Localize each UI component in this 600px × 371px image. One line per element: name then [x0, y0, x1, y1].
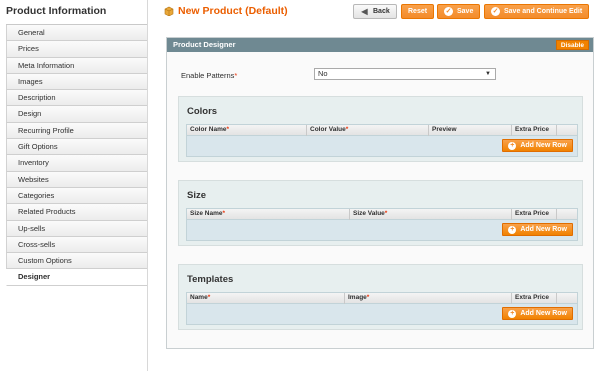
disable-button[interactable]: Disable — [555, 40, 589, 50]
plus-icon: + — [508, 309, 517, 318]
templates-add-new-row-button[interactable]: + Add New Row — [502, 307, 573, 320]
sidebar-item-gift-options[interactable]: Gift Options — [6, 139, 147, 156]
sidebar: Product Information General Prices Meta … — [0, 0, 148, 371]
size-section: Size Size Name* Size Value* Extra Price … — [178, 180, 583, 246]
back-arrow-icon: ◀ — [361, 7, 368, 16]
colors-section: Colors Color Name* Color Value* Preview … — [178, 96, 583, 162]
sidebar-item-images[interactable]: Images — [6, 73, 147, 91]
sidebar-item-general[interactable]: General — [6, 25, 147, 42]
save-and-continue-button[interactable]: ✓ Save and Continue Edit — [484, 4, 590, 19]
plus-icon: + — [508, 141, 517, 150]
templates-section: Templates Name* Image* Extra Price + Add… — [178, 264, 583, 330]
product-icon — [164, 6, 174, 17]
column-header-extra-price: Extra Price — [512, 209, 557, 220]
templates-grid-header: Name* Image* Extra Price — [187, 293, 577, 304]
size-grid-header: Size Name* Size Value* Extra Price — [187, 209, 577, 220]
templates-grid: Name* Image* Extra Price + Add New Row — [186, 292, 578, 325]
sidebar-item-meta-information[interactable]: Meta Information — [6, 57, 147, 74]
colors-section-title: Colors — [187, 106, 218, 117]
sidebar-item-design[interactable]: Design — [6, 106, 147, 123]
save-check-icon: ✓ — [444, 7, 453, 16]
column-header-preview: Preview — [429, 125, 512, 136]
page-title: New Product (Default) — [164, 5, 288, 17]
sidebar-tab-list: General Prices Meta Information Images D… — [6, 24, 147, 286]
back-button[interactable]: ◀ Back — [353, 4, 397, 19]
column-header-extra-price: Extra Price — [512, 125, 557, 136]
colors-grid-header: Color Name* Color Value* Preview Extra P… — [187, 125, 577, 136]
sidebar-item-categories[interactable]: Categories — [6, 187, 147, 205]
back-button-label: Back — [373, 8, 390, 15]
page-title-text: New Product (Default) — [178, 5, 288, 17]
sidebar-item-prices[interactable]: Prices — [6, 41, 147, 58]
column-header-extra-price: Extra Price — [512, 293, 557, 304]
chevron-down-icon: ▼ — [485, 71, 491, 77]
product-designer-panel: Product Designer Disable Enable Patterns… — [166, 37, 594, 349]
column-header-name: Name* — [187, 293, 345, 304]
colors-grid: Color Name* Color Value* Preview Extra P… — [186, 124, 578, 157]
enable-patterns-label: Enable Patterns* — [181, 71, 238, 80]
column-header-size-value: Size Value* — [350, 209, 512, 220]
size-section-title: Size — [187, 190, 207, 201]
templates-section-title: Templates — [187, 274, 234, 285]
sidebar-item-up-sells[interactable]: Up-sells — [6, 220, 147, 237]
column-header-color-value: Color Value* — [307, 125, 429, 136]
size-grid: Size Name* Size Value* Extra Price + Add… — [186, 208, 578, 241]
plus-icon: + — [508, 225, 517, 234]
sidebar-item-websites[interactable]: Websites — [6, 171, 147, 188]
colors-add-new-row-button[interactable]: + Add New Row — [502, 139, 573, 152]
sidebar-item-cross-sells[interactable]: Cross-sells — [6, 236, 147, 254]
column-header-color-name: Color Name* — [187, 125, 307, 136]
size-add-new-row-button[interactable]: + Add New Row — [502, 223, 573, 236]
add-new-row-label: Add New Row — [520, 310, 567, 317]
column-header-image: Image* — [345, 293, 512, 304]
save-continue-check-icon: ✓ — [491, 7, 500, 16]
sidebar-item-designer[interactable]: Designer — [6, 269, 147, 286]
panel-title: Product Designer — [173, 40, 236, 49]
sidebar-item-description[interactable]: Description — [6, 90, 147, 107]
add-new-row-label: Add New Row — [520, 226, 567, 233]
save-button-label: Save — [457, 8, 474, 15]
sidebar-item-custom-options[interactable]: Custom Options — [6, 253, 147, 270]
sidebar-title: Product Information — [6, 5, 107, 17]
sidebar-item-inventory[interactable]: Inventory — [6, 155, 147, 172]
sidebar-item-related-products[interactable]: Related Products — [6, 204, 147, 221]
save-button[interactable]: ✓ Save — [437, 4, 481, 19]
reset-button-label: Reset — [408, 8, 428, 15]
column-header-size-name: Size Name* — [187, 209, 350, 220]
sidebar-item-recurring-profile[interactable]: Recurring Profile — [6, 122, 147, 140]
reset-button[interactable]: Reset — [401, 4, 435, 19]
save-continue-button-label: Save and Continue Edit — [504, 8, 583, 15]
enable-patterns-value: No — [318, 69, 328, 78]
add-new-row-label: Add New Row — [520, 142, 567, 149]
enable-patterns-select[interactable]: No ▼ — [314, 68, 496, 80]
panel-header: Product Designer Disable — [167, 38, 593, 52]
